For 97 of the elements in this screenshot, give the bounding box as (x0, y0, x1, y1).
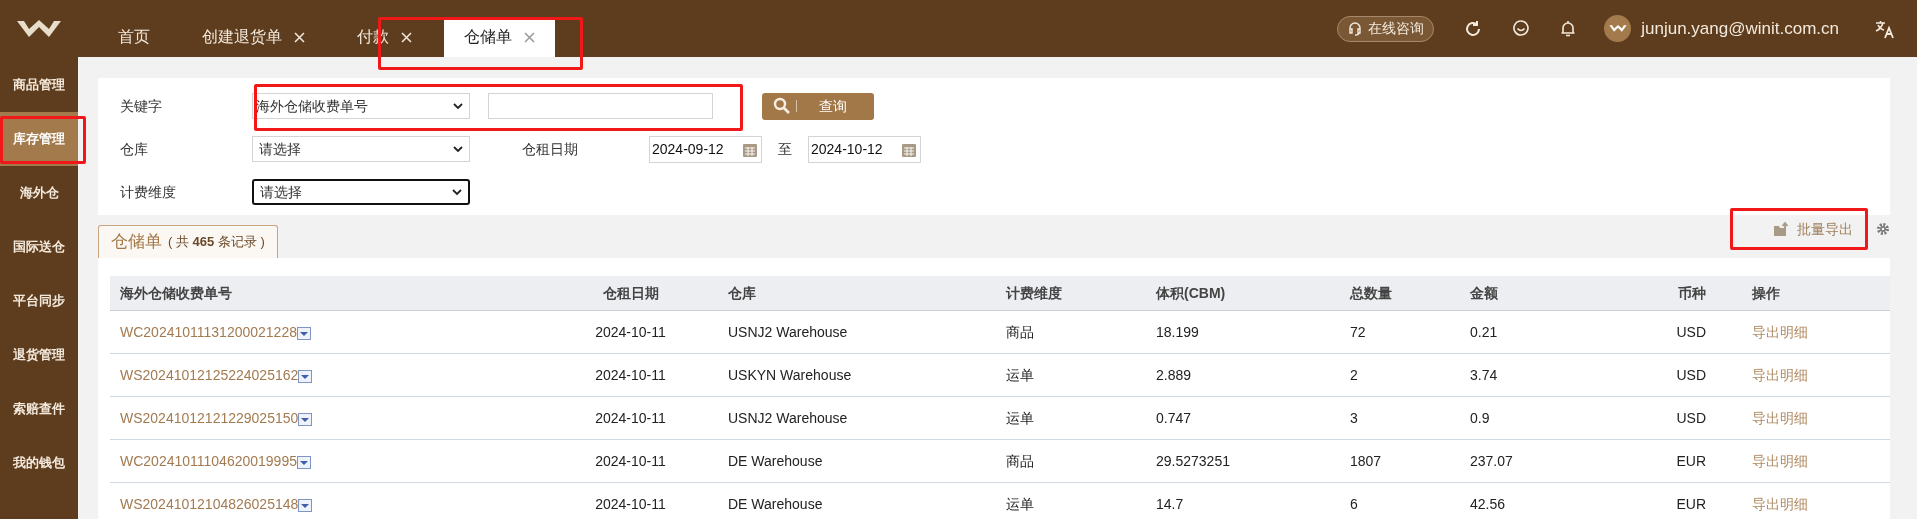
table-cell-text: 237.07 (1470, 451, 1513, 471)
table-cell-text: 2024-10-11 (595, 365, 666, 385)
column-header: 总数量 (1350, 283, 1392, 303)
table-cell-text: USNJ2 Warehouse (728, 408, 848, 428)
chevron-icon (453, 145, 463, 153)
sidebar-item[interactable]: 海外仓 (0, 166, 78, 220)
calendar-icon (902, 141, 916, 157)
table-cell-text: 42.56 (1470, 494, 1506, 514)
headset-icon (1347, 20, 1364, 37)
column-header: 海外仓储收费单号 (120, 283, 232, 303)
logo-icon (16, 18, 62, 39)
settings-icon[interactable] (1876, 222, 1890, 236)
table-cell-text: DE Warehouse (728, 494, 823, 514)
sidebar-item[interactable]: 商品管理 (0, 58, 78, 112)
field-label: 仓库 (120, 139, 149, 159)
dropdown-icon[interactable] (298, 370, 313, 383)
table-cell-text: 2024-10-11 (595, 322, 666, 342)
table-cell-text: 72 (1350, 322, 1366, 342)
select-field[interactable]: 海外仓储收费单号 (252, 93, 470, 119)
tab[interactable]: 创建退货单 (182, 17, 325, 57)
column-header: 操作 (1752, 283, 1780, 303)
refresh-icon[interactable] (1464, 19, 1483, 38)
smile-icon[interactable] (1512, 19, 1531, 38)
table-cell-text: USD (1676, 408, 1706, 428)
dropdown-icon[interactable] (296, 456, 311, 469)
table-cell-text: 2 (1350, 365, 1358, 385)
sidebar-item[interactable]: 平台同步 (0, 274, 78, 328)
table-cell-text: 2024-10-11 (595, 494, 666, 514)
search-icon (773, 97, 791, 115)
record-count: ( 共 465 条记录 ) (168, 233, 265, 252)
table-cell-text: EUR (1676, 451, 1706, 471)
order-link[interactable]: WS20241012121229025150 (120, 407, 299, 429)
bell-icon[interactable] (1560, 19, 1577, 38)
table-cell-text: 2024-10-11 (595, 408, 666, 428)
table-cell-text: 3 (1350, 408, 1358, 428)
tab-title: 仓储单 (111, 231, 162, 254)
table-cell-text: USKYN Warehouse (728, 365, 852, 385)
sidebar-item[interactable]: 退货管理 (0, 328, 78, 382)
range-separator: 至 (778, 139, 792, 159)
column-header: 仓库 (728, 283, 756, 303)
calendar-icon (743, 141, 757, 157)
column-header: 金额 (1470, 283, 1498, 303)
table-cell-text: 18.199 (1156, 322, 1199, 342)
table-cell-text: 6 (1350, 494, 1358, 514)
field-label: 关键字 (120, 96, 163, 116)
table-cell-text: 运单 (1006, 408, 1034, 428)
chevron-icon (452, 188, 462, 196)
dropdown-icon[interactable] (298, 413, 313, 426)
column-header: 体积(CBM) (1156, 283, 1226, 303)
table-cell-text: USD (1676, 322, 1706, 342)
order-link[interactable]: WS20241012104826025148 (120, 493, 299, 515)
sidebar-item[interactable]: 索赔查件 (0, 382, 78, 436)
column-header: 仓租日期 (602, 283, 659, 303)
date-field[interactable]: 2024-09-12 (649, 135, 762, 163)
field-label: 计费维度 (120, 182, 177, 202)
user-email[interactable]: junjun.yang@winit.com.cn (1641, 15, 1839, 42)
order-link[interactable]: WC20241011104620019995 (120, 450, 297, 472)
table-cell-text: EUR (1676, 494, 1706, 514)
table-cell-text: 0.21 (1470, 322, 1498, 342)
dropdown-icon[interactable] (298, 499, 313, 512)
column-header: 币种 (1678, 283, 1706, 303)
table-cell-text: USNJ2 Warehouse (728, 322, 848, 342)
list-tab[interactable]: 仓储单 ( 共 465 条记录 ) (98, 225, 278, 258)
chevron-icon (453, 102, 463, 110)
order-link[interactable]: WC20241011131200021228 (120, 321, 297, 343)
table-cell-text: 2024-10-11 (595, 451, 666, 471)
order-link[interactable]: WS20241012125224025162 (120, 364, 299, 386)
table-cell-text: 29.5273251 (1156, 451, 1230, 471)
table-cell-text: 1807 (1350, 451, 1382, 471)
column-header: 计费维度 (1006, 283, 1062, 303)
table-cell-text: DE Warehouse (728, 451, 823, 471)
consult-button[interactable]: 在线咨询 (1337, 15, 1435, 42)
table-cell-text: 0.9 (1470, 408, 1490, 428)
table-cell-text: 运单 (1006, 494, 1034, 514)
table-cell-text: 商品 (1006, 451, 1034, 471)
translate-icon[interactable] (1875, 18, 1895, 39)
table-cell-text: 运单 (1006, 365, 1034, 385)
field-label: 仓租日期 (522, 139, 579, 159)
tab[interactable]: 仓储单 (444, 17, 555, 57)
select-field[interactable]: 请选择 (252, 136, 470, 162)
table-cell-text: 3.74 (1470, 365, 1498, 385)
table-cell-text: 0.747 (1156, 408, 1192, 428)
sidebar-item[interactable]: 国际送仓 (0, 220, 78, 274)
sidebar-item[interactable]: 我的钱包 (0, 436, 78, 490)
select-field[interactable]: 请选择 (252, 179, 470, 205)
avatar[interactable] (1604, 15, 1632, 42)
search-button[interactable]: 查询 (762, 92, 874, 120)
date-field[interactable]: 2024-10-12 (808, 135, 921, 163)
dropdown-icon[interactable] (296, 327, 311, 340)
logo-icon (1608, 24, 1627, 33)
table-cell-text: USD (1676, 365, 1706, 385)
table-cell-text: 商品 (1006, 322, 1034, 342)
search-input[interactable] (488, 93, 713, 119)
export-icon (1774, 222, 1790, 236)
tab[interactable]: 首页 (98, 17, 170, 57)
table-cell-text: 14.7 (1156, 494, 1184, 514)
table-cell-text: 2.889 (1156, 365, 1192, 385)
